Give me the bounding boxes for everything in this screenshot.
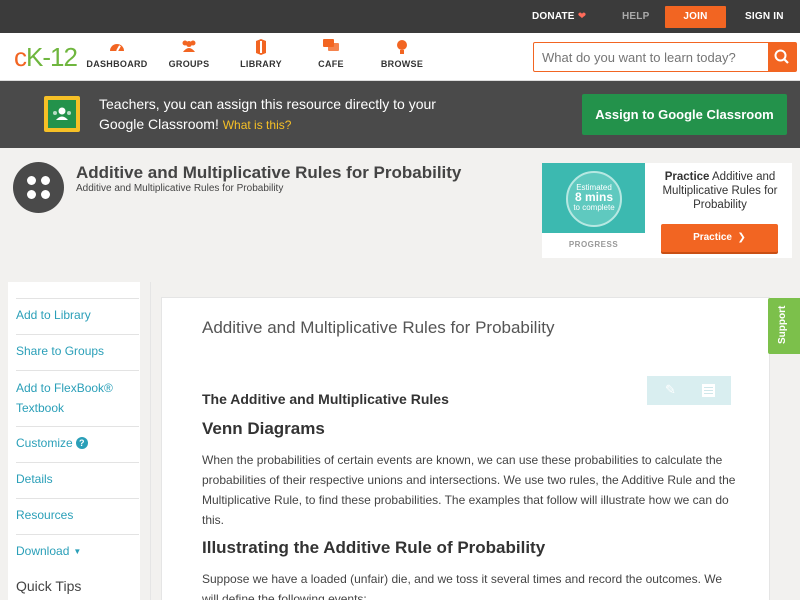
browse-icon: [367, 39, 437, 57]
help-link[interactable]: HELP: [622, 0, 649, 33]
nav-browse[interactable]: BROWSE: [367, 39, 437, 69]
nav-browse-label: BROWSE: [380, 59, 424, 69]
support-label: Support: [777, 305, 788, 344]
assign-to-google-classroom-button[interactable]: Assign to Google Classroom: [582, 94, 787, 135]
nav-cafe-label: CAFE: [318, 59, 344, 69]
pencil-icon[interactable]: ✎: [665, 382, 679, 398]
sidebar-item-resources[interactable]: Resources: [16, 498, 139, 525]
progress-label: PROGRESS: [568, 240, 619, 249]
concept-header: Additive and Multiplicative Rules for Pr…: [0, 148, 800, 280]
sidebar-item-add-to-flexbook[interactable]: Add to FlexBook® Textbook: [16, 370, 139, 418]
to-complete-label: to complete: [573, 203, 615, 212]
notes-icon[interactable]: [702, 384, 715, 397]
logo-k: K: [26, 42, 43, 72]
ck12-logo[interactable]: cK-12: [14, 42, 78, 72]
main-navigation: cK-12 DASHBOARD GROUPS LIBRARY CAFE BROW…: [0, 33, 800, 81]
classroom-message: Teachers, you can assign this resource d…: [99, 94, 459, 135]
search-input[interactable]: [534, 43, 768, 71]
sidebar-item-share-to-groups[interactable]: Share to Groups: [16, 334, 139, 361]
section-heading-venn: Venn Diagrams: [202, 419, 325, 438]
dashboard-icon: [82, 39, 152, 57]
library-icon: [226, 39, 296, 57]
logo-c: c: [14, 42, 27, 72]
caret-down-icon: ▼: [73, 547, 82, 556]
section-heading-rules: The Additive and Multiplicative Rules: [202, 391, 449, 407]
section-heading-additive: Illustrating the Additive Rule of Probab…: [202, 538, 546, 557]
sidebar-item-details[interactable]: Details: [16, 462, 139, 489]
nav-library[interactable]: LIBRARY: [226, 39, 296, 69]
nav-cafe[interactable]: CAFE: [296, 39, 366, 69]
customize-label: Customize: [16, 436, 73, 450]
support-tab[interactable]: Support: [768, 298, 800, 354]
sidebar-item-add-to-library[interactable]: Add to Library: [16, 298, 139, 325]
content-tools: ✎: [647, 376, 731, 405]
estimated-time-badge: Estimated 8 mins to complete: [566, 171, 622, 227]
estimated-minutes: 8 mins: [574, 190, 613, 204]
search-button[interactable]: [768, 43, 796, 71]
resource-sidebar: Add to Library Share to Groups Add to Fl…: [8, 282, 140, 600]
nav-groups[interactable]: GROUPS: [154, 39, 224, 69]
search-icon: [774, 49, 789, 64]
nav-library-label: LIBRARY: [240, 59, 282, 69]
nav-groups-label: GROUPS: [168, 59, 210, 69]
practice-card: Estimated 8 mins to complete PROGRESS Pr…: [542, 163, 792, 258]
donate-link[interactable]: DONATE ❤: [532, 0, 586, 33]
sidebar-item-download[interactable]: Download ▼: [16, 534, 139, 561]
what-is-this-link[interactable]: What is this?: [223, 118, 292, 132]
concept-icon: [13, 162, 64, 213]
quick-tips-heading: Quick Tips: [16, 578, 82, 594]
practice-thumbnail: Estimated 8 mins to complete: [542, 163, 645, 233]
join-button[interactable]: JOIN: [665, 6, 726, 28]
google-classroom-icon: [44, 96, 80, 132]
download-label: Download: [16, 544, 70, 558]
chevron-right-icon: ❯: [734, 232, 746, 243]
logo-rest: -12: [42, 42, 78, 72]
practice-button[interactable]: Practice ❯: [661, 224, 778, 252]
top-utility-bar: DONATE ❤ HELP JOIN SIGN IN: [0, 0, 800, 33]
page-title: Additive and Multiplicative Rules for Pr…: [76, 163, 462, 182]
practice-button-label: Practice: [693, 232, 732, 243]
page-subtitle: Additive and Multiplicative Rules for Pr…: [76, 183, 284, 194]
practice-description: Practice Additive and Multiplicative Rul…: [654, 170, 786, 212]
google-classroom-banner: Teachers, you can assign this resource d…: [0, 81, 800, 148]
lesson-content: Additive and Multiplicative Rules for Pr…: [161, 297, 770, 600]
sidebar-item-customize[interactable]: Customize?: [16, 426, 139, 453]
search-box: [533, 42, 797, 72]
content-title: Additive and Multiplicative Rules for Pr…: [202, 318, 555, 337]
nav-dashboard-label: DASHBOARD: [86, 59, 148, 69]
help-icon[interactable]: ?: [75, 437, 88, 449]
nav-dashboard[interactable]: DASHBOARD: [82, 39, 152, 69]
practice-bold-label: Practice: [664, 171, 710, 183]
heart-icon: ❤: [577, 11, 587, 22]
groups-icon: [154, 39, 224, 57]
cafe-icon: [296, 39, 366, 57]
donate-label: DONATE: [532, 11, 575, 22]
sign-in-link[interactable]: SIGN IN: [745, 0, 784, 33]
paragraph-additive: Suppose we have a loaded (unfair) die, a…: [202, 572, 723, 600]
paragraph-intro: When the probabilities of certain events…: [202, 453, 736, 527]
